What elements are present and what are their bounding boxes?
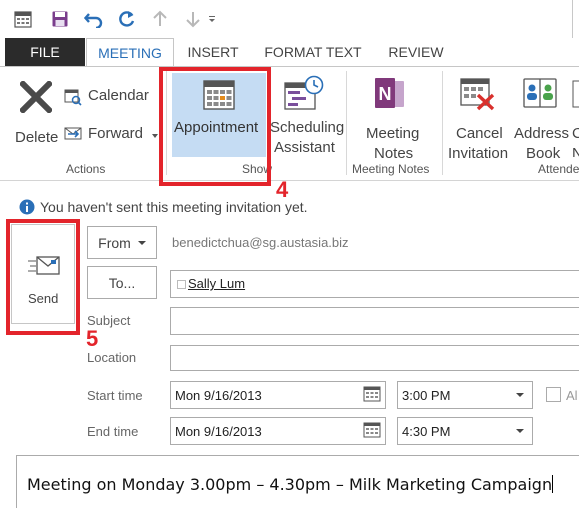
up-arrow-icon[interactable] bbox=[149, 8, 171, 30]
address-book-button[interactable]: Address Book bbox=[512, 73, 572, 162]
start-time-value: 3:00 PM bbox=[402, 388, 451, 403]
calendar-search-icon bbox=[64, 89, 82, 106]
step-number-5: 5 bbox=[86, 326, 99, 351]
message-body[interactable]: Meeting on Monday 3.00pm – 4.30pm – Milk… bbox=[16, 455, 579, 508]
from-button[interactable]: From bbox=[87, 226, 157, 259]
address-book-label-line1: Address bbox=[514, 125, 570, 142]
chevron-down-icon bbox=[516, 393, 524, 397]
recipient-status-icon bbox=[177, 280, 186, 289]
customize-icon[interactable] bbox=[201, 8, 223, 30]
tab-insert[interactable]: INSERT bbox=[178, 38, 248, 66]
chevron-down-icon bbox=[152, 134, 158, 138]
meeting-notes-label-line1: Meeting bbox=[366, 125, 420, 142]
scheduling-assistant-button[interactable]: Scheduling Assistant bbox=[268, 73, 344, 157]
location-label: Location bbox=[87, 350, 137, 365]
start-time-label: Start time bbox=[87, 388, 143, 403]
from-label: From bbox=[98, 234, 131, 251]
recipient-sally-lum[interactable]: Sally Lum bbox=[188, 276, 245, 291]
scheduling-label-line1: Scheduling bbox=[270, 119, 345, 136]
cancel-invitation-icon bbox=[460, 78, 495, 111]
svg-text:N: N bbox=[379, 84, 392, 104]
group-divider bbox=[442, 71, 443, 175]
delete-label: Delete bbox=[15, 129, 59, 146]
check-names-label-line2: N bbox=[572, 145, 579, 157]
chevron-down-icon bbox=[137, 240, 146, 245]
to-label: To... bbox=[108, 274, 136, 291]
from-address: benedictchua@sg.austasia.biz bbox=[172, 235, 349, 250]
forward-button[interactable]: Forward bbox=[64, 121, 162, 145]
subject-field[interactable] bbox=[170, 307, 579, 335]
all-day-label: Al bbox=[566, 388, 578, 403]
calendar-icon[interactable] bbox=[12, 8, 34, 30]
end-date-value: Mon 9/16/2013 bbox=[175, 424, 262, 439]
message-body-text: Meeting on Monday 3.00pm – 4.30pm – Milk… bbox=[27, 475, 554, 494]
highlight-box-step5 bbox=[6, 219, 80, 335]
ribbon-tabs: FILE MEETING INSERT FORMAT TEXT REVIEW bbox=[0, 38, 579, 67]
quick-access-toolbar bbox=[0, 0, 579, 38]
cancel-invitation-button[interactable]: Cancel Invitation bbox=[446, 73, 512, 162]
forward-label: Forward bbox=[88, 125, 144, 142]
tab-format-text[interactable]: FORMAT TEXT bbox=[256, 38, 370, 66]
group-divider bbox=[346, 71, 347, 175]
address-book-label-line2: Book bbox=[526, 145, 561, 162]
tab-review[interactable]: REVIEW bbox=[378, 38, 454, 66]
subject-label: Subject bbox=[87, 313, 131, 328]
check-names-button[interactable]: C N bbox=[572, 73, 579, 157]
end-time-select[interactable]: 4:30 PM bbox=[397, 417, 533, 445]
tab-meeting[interactable]: MEETING bbox=[86, 38, 174, 67]
ribbon: Delete Calendar Forward Actions Appointm… bbox=[0, 66, 579, 186]
check-names-icon bbox=[572, 80, 579, 108]
info-icon bbox=[19, 199, 35, 215]
forward-envelope-icon bbox=[64, 127, 82, 140]
calendar-label: Calendar bbox=[88, 87, 149, 104]
location-field[interactable] bbox=[170, 345, 579, 371]
delete-button[interactable]: Delete bbox=[14, 77, 58, 161]
group-label-attendees: Attende bbox=[538, 162, 579, 176]
to-button[interactable]: To... bbox=[87, 266, 157, 299]
calendar-picker-icon[interactable] bbox=[363, 386, 381, 402]
calendar-picker-icon[interactable] bbox=[363, 422, 381, 438]
save-icon[interactable] bbox=[49, 8, 71, 30]
end-date-picker[interactable]: Mon 9/16/2013 bbox=[170, 417, 386, 445]
group-label-actions: Actions bbox=[66, 162, 106, 176]
calendar-button[interactable]: Calendar bbox=[64, 85, 152, 109]
scheduling-assistant-icon bbox=[284, 75, 324, 110]
cancel-label-line1: Cancel bbox=[456, 125, 503, 142]
check-names-label-line1: C bbox=[572, 125, 579, 142]
all-day-checkbox[interactable] bbox=[546, 387, 561, 402]
highlight-box-step4 bbox=[159, 67, 271, 186]
info-message: You haven't sent this meeting invitation… bbox=[40, 199, 308, 215]
start-date-value: Mon 9/16/2013 bbox=[175, 388, 262, 403]
start-date-picker[interactable]: Mon 9/16/2013 bbox=[170, 381, 386, 409]
end-time-label: End time bbox=[87, 424, 139, 439]
tab-file[interactable]: FILE bbox=[5, 38, 85, 66]
window-edge bbox=[572, 0, 573, 38]
start-time-select[interactable]: 3:00 PM bbox=[397, 381, 533, 409]
meeting-notes-label-line2: Notes bbox=[374, 145, 414, 162]
undo-icon[interactable] bbox=[83, 8, 105, 30]
scheduling-label-line2: Assistant bbox=[274, 139, 335, 156]
chevron-down-icon bbox=[516, 429, 524, 433]
redo-icon[interactable] bbox=[116, 8, 138, 30]
delete-x-icon bbox=[20, 81, 52, 113]
to-field[interactable]: Sally Lum bbox=[170, 270, 579, 298]
cancel-label-line2: Invitation bbox=[448, 145, 509, 162]
end-time-value: 4:30 PM bbox=[402, 424, 451, 439]
text-cursor bbox=[552, 475, 554, 493]
meeting-notes-button[interactable]: N Meeting Notes bbox=[360, 73, 428, 162]
address-book-icon bbox=[523, 78, 557, 108]
group-label-meeting-notes: Meeting Notes bbox=[352, 162, 430, 176]
onenote-icon: N bbox=[375, 78, 404, 108]
info-bar: You haven't sent this meeting invitation… bbox=[0, 192, 579, 220]
